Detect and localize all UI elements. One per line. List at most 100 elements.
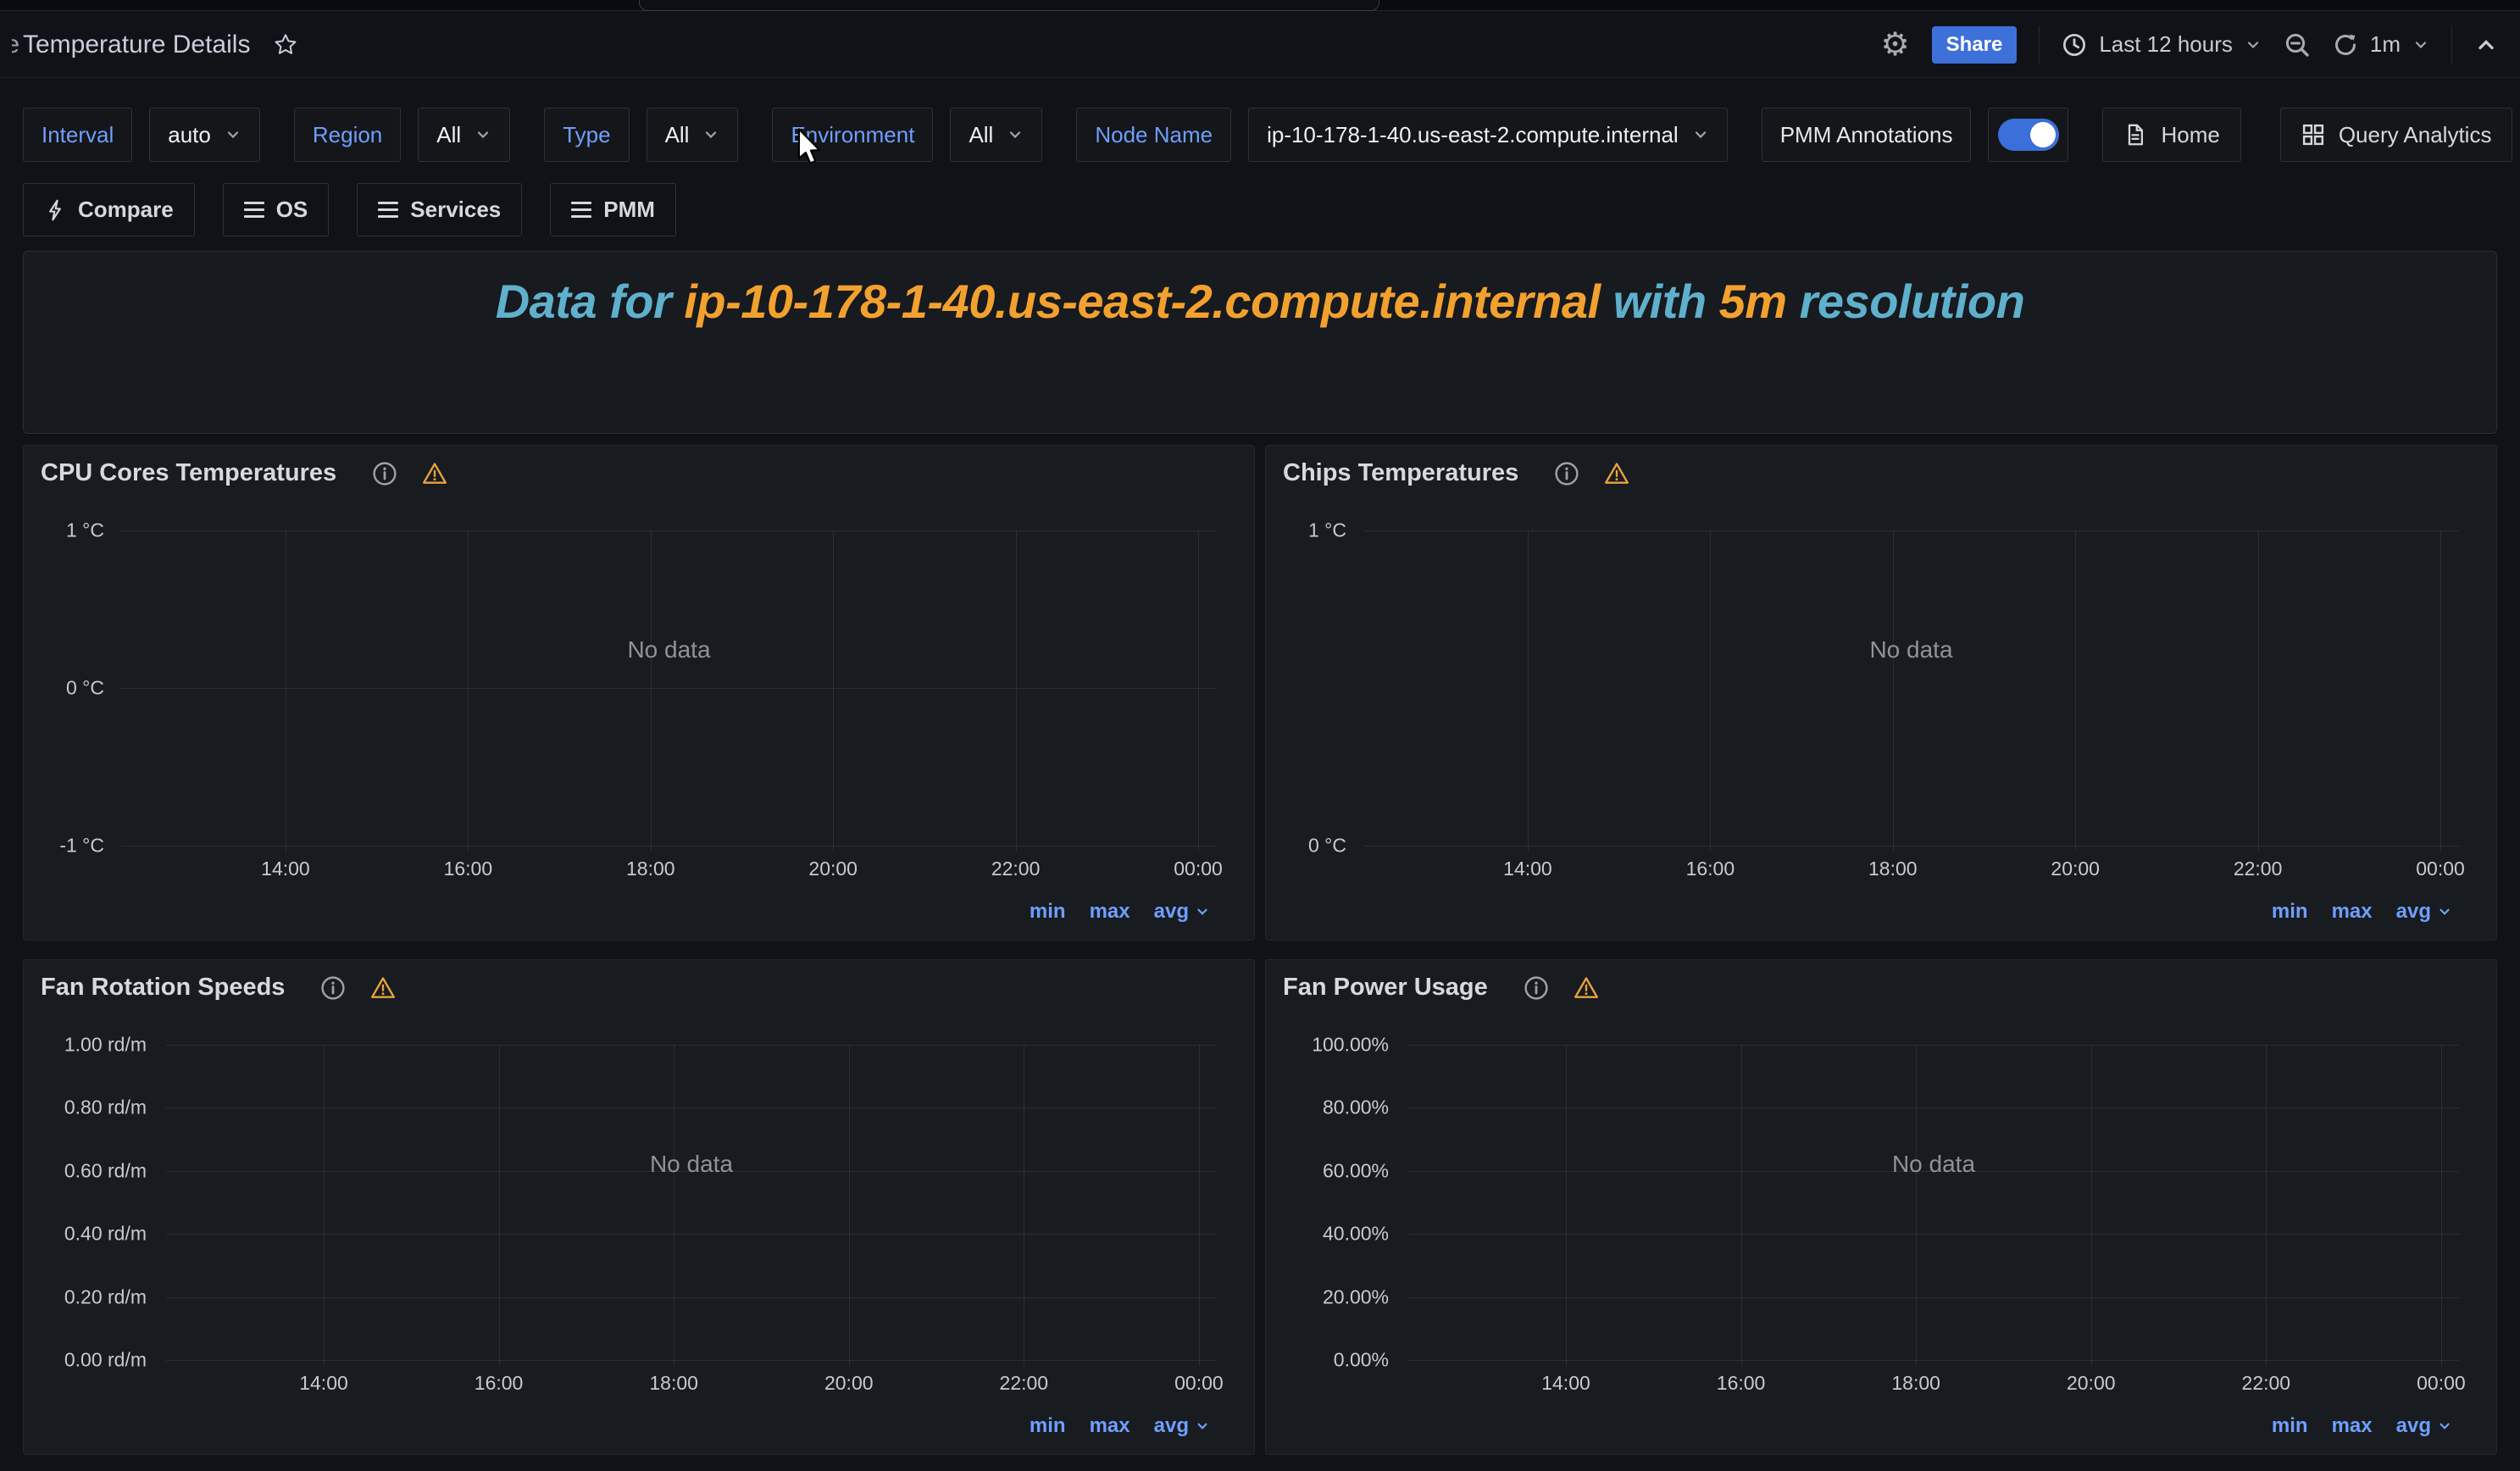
banner-panel: Data for ip-10-178-1-40.us-east-2.comput…	[23, 251, 2497, 434]
legend-max[interactable]: max	[2332, 1414, 2373, 1438]
legend-max[interactable]: max	[1090, 900, 1130, 924]
plot-area[interactable]: No data 14:0016:0018:0020:0022:0000:00	[166, 1045, 1217, 1360]
region-select[interactable]: All	[418, 108, 510, 162]
chevron-down-icon	[1195, 904, 1210, 919]
bolt-icon	[44, 199, 66, 221]
refresh-picker[interactable]: 1m	[2333, 31, 2429, 58]
plot-area[interactable]: No data 14:0016:0018:0020:0022:0000:00	[121, 530, 1217, 846]
x-tick-label: 14:00	[299, 1372, 348, 1395]
v-gridline	[2091, 1045, 2092, 1366]
panel-header[interactable]: Chips Temperatures	[1283, 459, 2479, 487]
x-tick-label: 16:00	[1686, 858, 1735, 880]
chevron-down-icon	[1195, 1418, 1210, 1434]
panel-fan-rotation-speeds: Fan Rotation Speeds 1.00 rd/m0.80 rd/m0.…	[23, 959, 1255, 1455]
y-tick-label: 1.00 rd/m	[64, 1034, 147, 1057]
region-label: Region	[294, 108, 401, 162]
filter-pmm-annotations: PMM Annotations	[1762, 108, 2069, 162]
home-button[interactable]: Home	[2102, 108, 2240, 162]
plot-area[interactable]: No data 14:0016:0018:0020:0022:0000:00	[1408, 1045, 2459, 1360]
banner-node-name: ip-10-178-1-40.us-east-2.compute.interna…	[684, 275, 1600, 328]
legend-avg[interactable]: avg	[2396, 900, 2452, 924]
y-tick-label: 0 °C	[66, 677, 104, 700]
legend-min[interactable]: min	[1030, 1414, 1066, 1438]
info-icon[interactable]	[1524, 975, 1549, 1001]
time-range-picker[interactable]: Last 12 hours	[2062, 31, 2262, 58]
interval-select[interactable]: auto	[149, 108, 260, 162]
y-tick-label: 1 °C	[66, 519, 104, 542]
chart-cpu-cores-temperatures: 1 °C0 °C-1 °C No data 14:0016:0018:0020:…	[41, 530, 1217, 846]
x-tick-label: 00:00	[1174, 1372, 1224, 1395]
v-gridline	[499, 1045, 500, 1366]
refresh-interval-label: 1m	[2370, 31, 2401, 58]
x-tick-label: 18:00	[626, 858, 675, 880]
plot-area[interactable]: No data 14:0016:0018:0020:0022:0000:00	[1363, 530, 2459, 846]
divider	[2451, 25, 2452, 64]
panel-header[interactable]: CPU Cores Temperatures	[41, 459, 1237, 487]
services-link[interactable]: Services	[357, 183, 522, 236]
y-axis: 1 °C0 °C	[1283, 530, 1346, 846]
settings-gear-icon[interactable]: ⚙	[1881, 29, 1910, 61]
zoom-out-icon[interactable]	[2284, 31, 2311, 58]
legend: min max avg	[2272, 1414, 2452, 1438]
node-name-select[interactable]: ip-10-178-1-40.us-east-2.compute.interna…	[1248, 108, 1728, 162]
warning-icon[interactable]	[421, 460, 448, 487]
toggle-switch-on[interactable]	[1998, 119, 2059, 151]
y-tick-label: 0.40 rd/m	[64, 1223, 147, 1246]
filter-interval: Interval auto	[23, 108, 260, 162]
warning-icon[interactable]	[369, 974, 397, 1002]
y-tick-label: 1 °C	[1308, 519, 1346, 542]
legend-min[interactable]: min	[2272, 1414, 2308, 1438]
legend-max[interactable]: max	[1090, 1414, 1130, 1438]
y-tick-label: 20.00%	[1323, 1285, 1389, 1308]
favorite-star-icon[interactable]	[272, 31, 299, 58]
menu-icon	[244, 202, 264, 218]
menu-icon	[378, 202, 398, 218]
filter-node-name: Node Name ip-10-178-1-40.us-east-2.compu…	[1076, 108, 1727, 162]
dashboard-title[interactable]: Temperature Details	[23, 31, 250, 59]
legend-avg[interactable]: avg	[1154, 900, 1210, 924]
x-tick-label: 18:00	[1868, 858, 1918, 880]
legend-max[interactable]: max	[2332, 900, 2373, 924]
v-gridline	[849, 1045, 850, 1366]
menu-icon	[571, 202, 591, 218]
type-select[interactable]: All	[647, 108, 739, 162]
info-icon[interactable]	[1554, 461, 1579, 486]
pmm-annotations-toggle[interactable]	[1988, 108, 2068, 162]
compare-link[interactable]: Compare	[23, 183, 195, 236]
panel-header[interactable]: Fan Power Usage	[1283, 974, 2479, 1002]
legend-min[interactable]: min	[1030, 900, 1066, 924]
search-bar-remnant[interactable]	[639, 0, 1379, 11]
panel-title: Chips Temperatures	[1283, 459, 1518, 487]
x-tick-label: 00:00	[1174, 858, 1223, 880]
y-tick-label: 0.20 rd/m	[64, 1285, 147, 1308]
info-icon[interactable]	[320, 975, 346, 1001]
warning-icon[interactable]	[1603, 460, 1630, 487]
query-analytics-button[interactable]: Query Analytics	[2280, 108, 2513, 162]
node-name-label: Node Name	[1076, 108, 1231, 162]
legend-avg[interactable]: avg	[2396, 1414, 2452, 1438]
time-range-label: Last 12 hours	[2099, 31, 2233, 58]
v-gridline	[833, 530, 834, 852]
v-gridline	[1528, 530, 1529, 852]
interval-label: Interval	[23, 108, 132, 162]
x-tick-label: 22:00	[2242, 1372, 2291, 1395]
v-gridline	[2441, 1045, 2442, 1366]
legend-min[interactable]: min	[2272, 900, 2308, 924]
warning-icon[interactable]	[1573, 974, 1600, 1002]
v-gridline	[2440, 530, 2441, 852]
v-gridline	[1016, 530, 1017, 852]
panel-header[interactable]: Fan Rotation Speeds	[41, 974, 1237, 1002]
collapse-chevron-up-icon[interactable]	[2474, 33, 2498, 57]
environment-select[interactable]: All	[950, 108, 1042, 162]
pmm-link[interactable]: PMM	[550, 183, 676, 236]
x-tick-label: 14:00	[1503, 858, 1552, 880]
chevron-down-icon	[2437, 1418, 2452, 1434]
v-gridline	[1199, 1045, 1200, 1366]
info-icon[interactable]	[372, 461, 397, 486]
share-button[interactable]: Share	[1932, 26, 2018, 64]
legend-avg[interactable]: avg	[1154, 1414, 1210, 1438]
filter-region: Region All	[294, 108, 510, 162]
x-tick-label: 20:00	[2067, 1372, 2116, 1395]
os-link[interactable]: OS	[223, 183, 330, 236]
dashboard-links-row: Compare OS Services PMM	[23, 183, 676, 236]
